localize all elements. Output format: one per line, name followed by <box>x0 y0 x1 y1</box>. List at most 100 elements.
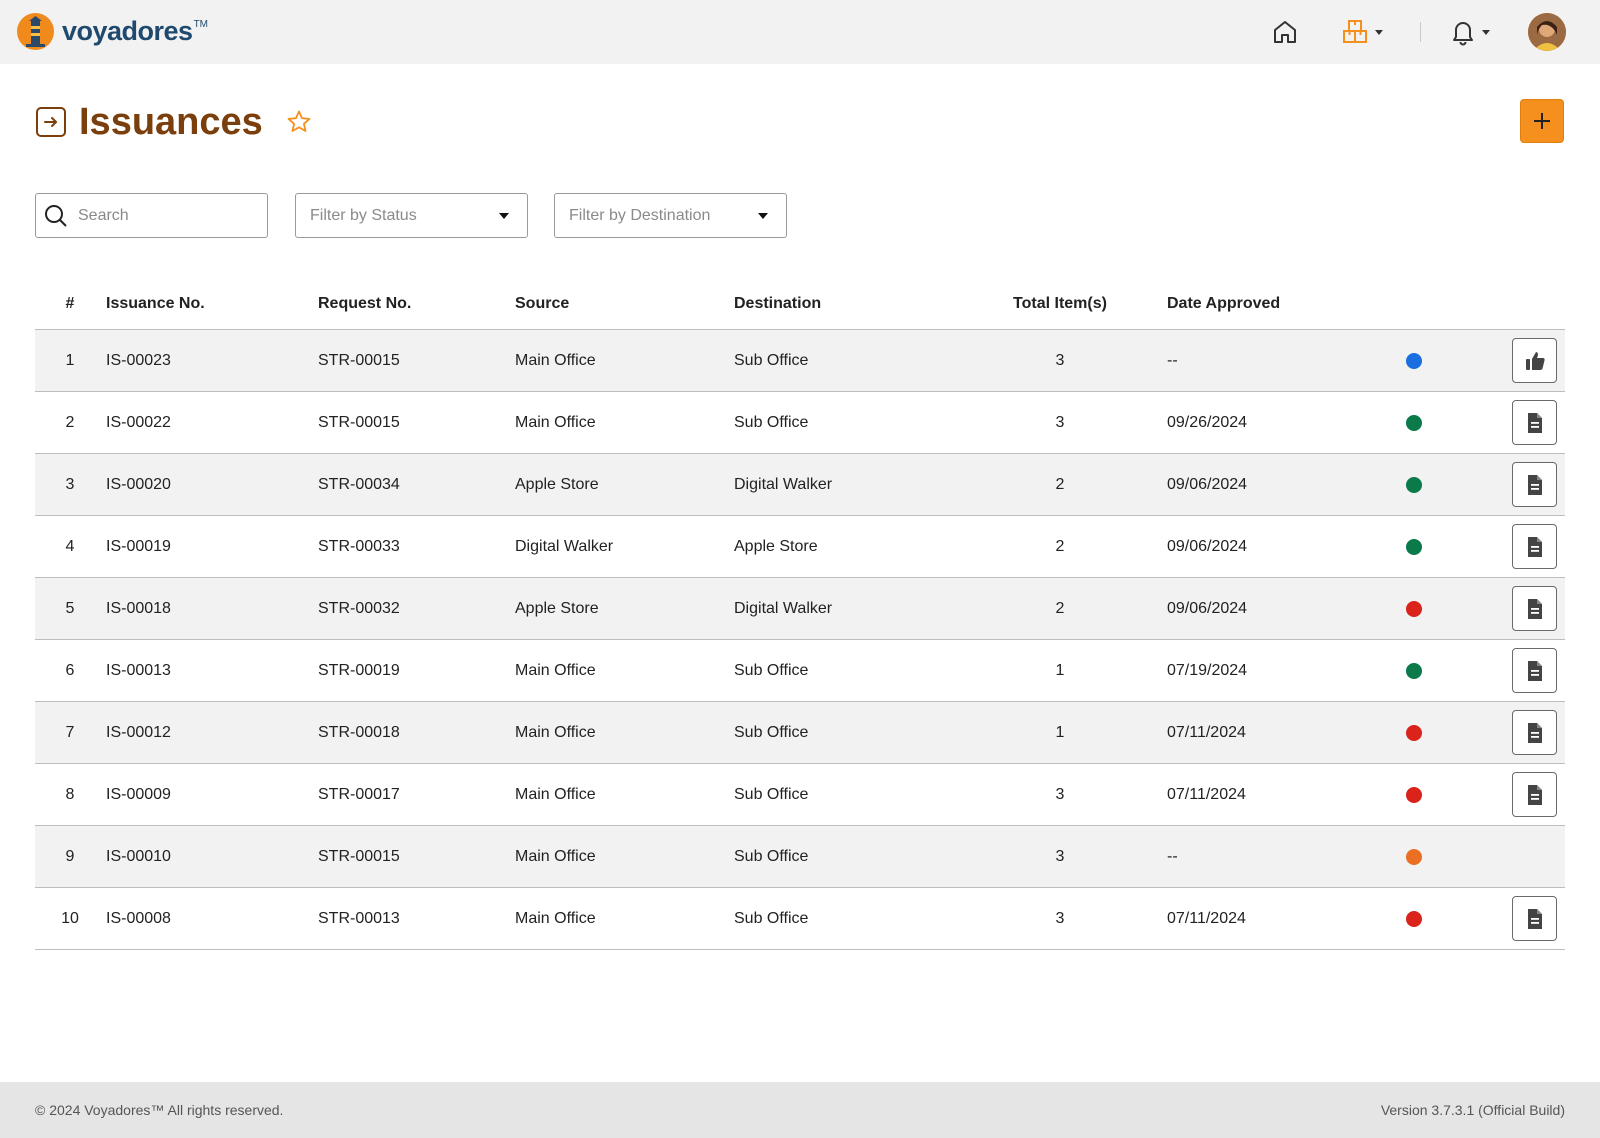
row-number: 10 <box>61 909 79 927</box>
table-row[interactable]: 1 IS-00023 STR-00015 Main Office Sub Office 3… <box>35 330 1565 392</box>
status-indicator-dot <box>1406 600 1422 617</box>
destination: Sub Office <box>734 351 809 369</box>
table-row[interactable]: 7 IS-00012 STR-00018 Main Office Sub Office 1… <box>35 702 1565 764</box>
issuance-no: IS-00022 <box>106 413 171 431</box>
destination: Sub Office <box>734 909 809 927</box>
date-approved: 09/06/2024 <box>1167 475 1248 493</box>
request-no: STR-00019 <box>318 661 400 679</box>
total-items: 1 <box>1055 661 1065 679</box>
request-no: STR-00033 <box>318 537 400 555</box>
source: Main Office <box>515 847 596 865</box>
column-header-source[interactable]: Source <box>515 295 569 313</box>
page-title: Issuances <box>79 101 263 143</box>
favorite-star-icon[interactable] <box>286 109 312 135</box>
approve-button[interactable] <box>1512 338 1557 383</box>
status-filter-placeholder: Filter by Status <box>310 206 417 224</box>
source: Main Office <box>515 909 596 927</box>
table-row[interactable]: 9 IS-00010 STR-00015 Main Office Sub Office 3… <box>35 826 1565 888</box>
request-no: STR-00015 <box>318 351 400 369</box>
row-number: 4 <box>65 537 75 555</box>
view-document-button[interactable] <box>1512 896 1557 941</box>
destination: Sub Office <box>734 785 809 803</box>
request-no: STR-00015 <box>318 413 400 431</box>
avatar[interactable] <box>1528 13 1566 51</box>
destination: Sub Office <box>734 413 809 431</box>
table-row[interactable]: 2 IS-00022 STR-00015 Main Office Sub Office 3… <box>35 392 1565 454</box>
table-row[interactable]: 3 IS-00020 STR-00034 Apple Store Digital Wal… <box>35 454 1565 516</box>
status-indicator-dot <box>1406 352 1422 369</box>
home-icon[interactable] <box>1270 17 1300 47</box>
date-approved: 07/11/2024 <box>1167 723 1246 741</box>
nav-divider <box>1420 22 1421 42</box>
status-indicator-dot <box>1406 414 1422 431</box>
date-approved: 09/26/2024 <box>1167 413 1248 431</box>
total-items: 3 <box>1055 785 1065 803</box>
table-row[interactable]: 6 IS-00013 STR-00019 Main Office Sub Office 1… <box>35 640 1565 702</box>
issuance-no: IS-00012 <box>106 723 171 741</box>
column-header-date-approved[interactable]: Date Approved <box>1167 295 1280 313</box>
view-document-button[interactable] <box>1512 400 1557 445</box>
thumbs-up-icon <box>1524 350 1546 372</box>
destination: Sub Office <box>734 723 809 741</box>
chevron-down-icon <box>1482 29 1490 35</box>
destination-filter-select[interactable]: Filter by Destination <box>554 193 787 238</box>
page-header: Issuances <box>36 100 312 144</box>
document-icon <box>1525 908 1545 930</box>
destination-filter-placeholder: Filter by Destination <box>569 206 711 224</box>
view-document-button[interactable] <box>1512 586 1557 631</box>
view-document-button[interactable] <box>1512 710 1557 755</box>
voyadores-logo-icon <box>17 13 54 50</box>
issuance-no: IS-00010 <box>106 847 171 865</box>
search-input[interactable] <box>78 206 248 225</box>
destination: Digital Walker <box>734 599 833 617</box>
source: Main Office <box>515 413 596 431</box>
request-no: STR-00015 <box>318 847 400 865</box>
total-items: 3 <box>1055 909 1065 927</box>
destination: Apple Store <box>734 537 818 555</box>
date-approved: 07/11/2024 <box>1167 785 1246 803</box>
status-filter-select[interactable]: Filter by Status <box>295 193 528 238</box>
view-document-button[interactable] <box>1512 462 1557 507</box>
column-header-issuance-no[interactable]: Issuance No. <box>106 295 205 313</box>
request-no: STR-00032 <box>318 599 400 617</box>
brand[interactable]: voyadores TM <box>17 13 208 50</box>
issuance-no: IS-00008 <box>106 909 171 927</box>
row-number: 9 <box>65 847 75 865</box>
column-header-destination[interactable]: Destination <box>734 295 821 313</box>
table-row[interactable]: 5 IS-00018 STR-00032 Apple Store Digital Wal… <box>35 578 1565 640</box>
status-indicator-dot <box>1406 476 1422 493</box>
total-items: 1 <box>1055 723 1065 741</box>
search-field[interactable] <box>35 193 268 238</box>
source: Digital Walker <box>515 537 614 555</box>
document-icon <box>1525 598 1545 620</box>
row-number: 1 <box>65 351 75 369</box>
notifications-menu[interactable] <box>1450 17 1490 47</box>
date-approved: -- <box>1167 351 1178 369</box>
row-number: 6 <box>65 661 75 679</box>
column-header-total-items[interactable]: Total Item(s) <box>995 295 1125 313</box>
table-row[interactable]: 4 IS-00019 STR-00033 Digital Walker Apple St… <box>35 516 1565 578</box>
table-row[interactable]: 10 IS-00008 STR-00013 Main Office Sub Office… <box>35 888 1565 950</box>
status-indicator-dot <box>1406 724 1422 741</box>
column-header-number[interactable]: # <box>35 295 105 313</box>
total-items: 3 <box>1055 413 1065 431</box>
source: Main Office <box>515 661 596 679</box>
source: Apple Store <box>515 475 599 493</box>
table-header: # Issuance No. Request No. Source Destin… <box>35 278 1565 330</box>
total-items: 3 <box>1055 847 1065 865</box>
view-document-button[interactable] <box>1512 648 1557 693</box>
store-switcher[interactable] <box>1341 17 1383 47</box>
document-icon <box>1525 412 1545 434</box>
row-number: 3 <box>65 475 75 493</box>
add-issuance-button[interactable] <box>1520 99 1564 143</box>
search-icon <box>45 204 67 227</box>
issuances-table: # Issuance No. Request No. Source Destin… <box>35 278 1565 950</box>
view-document-button[interactable] <box>1512 772 1557 817</box>
table-row[interactable]: 8 IS-00009 STR-00017 Main Office Sub Office 3… <box>35 764 1565 826</box>
issuance-no: IS-00020 <box>106 475 171 493</box>
status-indicator-dot <box>1406 910 1422 927</box>
document-icon <box>1525 722 1545 744</box>
column-header-request-no[interactable]: Request No. <box>318 295 411 313</box>
brand-name: voyadores <box>62 16 193 46</box>
view-document-button[interactable] <box>1512 524 1557 569</box>
